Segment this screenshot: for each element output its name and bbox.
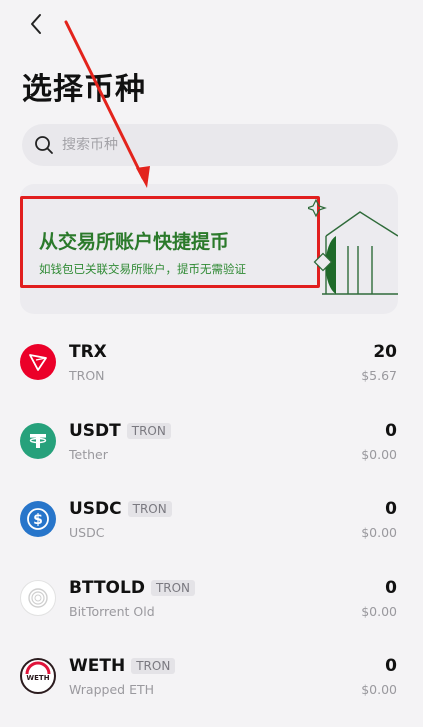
token-symbol: WETH: [69, 656, 126, 676]
token-amount: 0: [385, 420, 397, 441]
token-row[interactable]: TRX TRON 20 $5.67: [0, 326, 423, 405]
token-symbol-line: USDC TRON: [69, 499, 172, 519]
token-fiat-value: $0.00: [361, 446, 397, 462]
exchange-building-icon: [308, 198, 398, 295]
search-bar[interactable]: [22, 124, 398, 166]
page-title: 选择币种: [22, 72, 146, 107]
token-fiat-value: $0.00: [361, 525, 397, 540]
token-name: TRON: [69, 368, 105, 383]
token-fiat-value: $5.67: [361, 368, 397, 383]
token-symbol-line: BTTOLD TRON: [69, 577, 196, 598]
token-symbol-line: TRX: [69, 342, 107, 362]
svg-text:$: $: [33, 512, 43, 528]
tron-icon: [20, 344, 56, 380]
token-amount: 0: [385, 499, 397, 519]
token-amount: 0: [385, 656, 397, 676]
token-amount: 20: [373, 342, 397, 362]
banner-title: 从交易所账户快捷提币: [39, 231, 230, 253]
bittorrent-icon: [20, 579, 56, 616]
token-list: TRX TRON 20 $5.67 USDT TRON Tether 0 $0.…: [0, 326, 423, 719]
svg-text:WETH: WETH: [26, 674, 49, 682]
token-row[interactable]: BTTOLD TRON BitTorrent Old 0 $0.00: [0, 562, 423, 641]
token-row[interactable]: USDT TRON Tether 0 $0.00: [0, 405, 423, 484]
token-row[interactable]: WETH WETH TRON Wrapped ETH 0 $0.00: [0, 640, 423, 719]
token-fiat-value: $0.00: [361, 603, 397, 619]
token-symbol: BTTOLD: [69, 577, 145, 598]
token-name: USDC: [69, 525, 105, 540]
weth-icon: WETH: [20, 658, 56, 694]
token-fiat-value: $0.00: [361, 682, 397, 697]
chain-badge: TRON: [131, 658, 176, 674]
token-symbol-line: WETH TRON: [69, 656, 176, 676]
token-name: Wrapped ETH: [69, 682, 154, 697]
exchange-withdraw-banner[interactable]: 从交易所账户快捷提币 如钱包已关联交易所账户，提币无需验证: [20, 184, 398, 314]
chain-badge: TRON: [127, 501, 172, 517]
usdc-icon: $: [20, 501, 56, 537]
search-input[interactable]: [62, 137, 362, 153]
token-name: Tether: [69, 446, 108, 462]
search-icon: [35, 136, 53, 154]
token-symbol: USDT: [69, 420, 121, 441]
banner-subtitle: 如钱包已关联交易所账户，提币无需验证: [39, 262, 246, 276]
token-symbol: TRX: [69, 342, 107, 362]
token-symbol-line: USDT TRON: [69, 421, 171, 441]
token-amount: 0: [385, 577, 397, 598]
chain-badge: TRON: [126, 422, 171, 439]
back-button[interactable]: [22, 10, 50, 38]
token-symbol: USDC: [69, 499, 122, 519]
token-row[interactable]: $ USDC TRON USDC 0 $0.00: [0, 483, 423, 562]
chain-badge: TRON: [150, 579, 196, 596]
tether-icon: [20, 422, 56, 459]
token-name: BitTorrent Old: [69, 603, 155, 619]
chevron-left-icon: [31, 14, 41, 34]
